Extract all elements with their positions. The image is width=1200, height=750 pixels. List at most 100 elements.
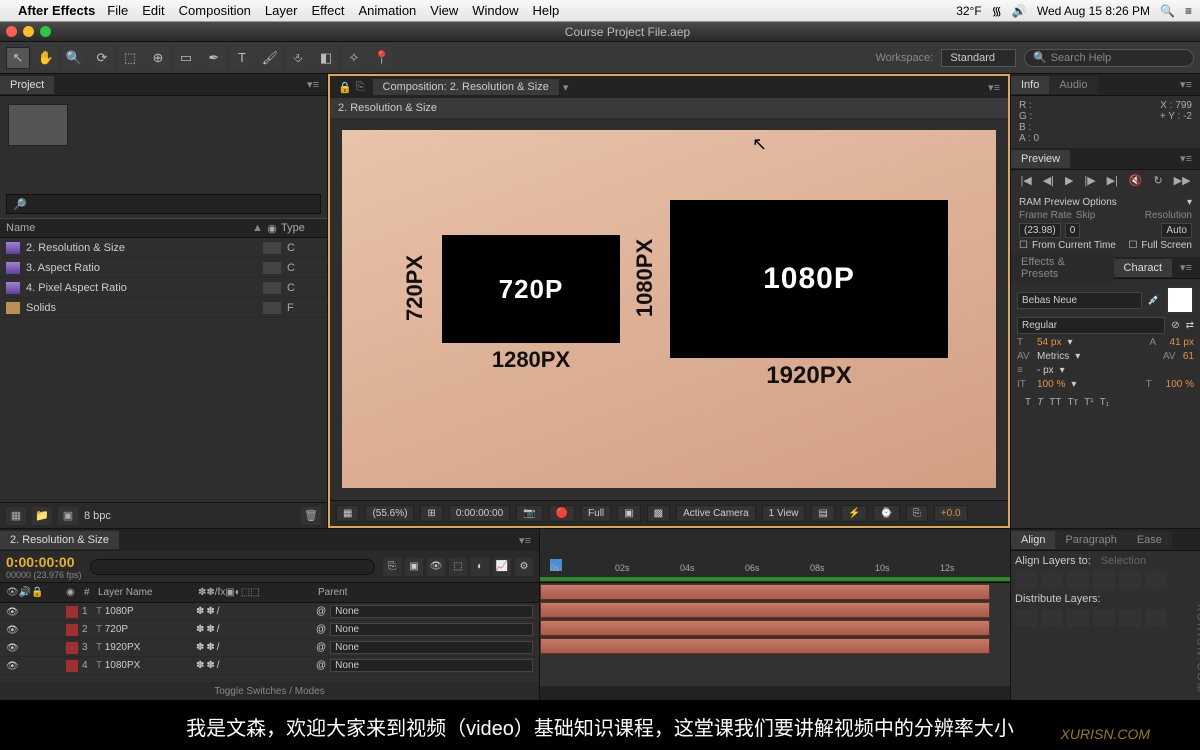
align-bottom-button[interactable]	[1145, 571, 1167, 589]
menu-help[interactable]: Help	[532, 3, 559, 18]
layer-row[interactable]: 👁 2 T 720P ✽✽/ @None	[0, 621, 539, 639]
menu-layer[interactable]: Layer	[265, 3, 298, 18]
resolution-dropdown[interactable]: Full	[581, 505, 611, 522]
selection-tool[interactable]: ↖	[6, 47, 30, 69]
frame-blend-button[interactable]: ⬚	[449, 558, 467, 576]
layer-row[interactable]: 👁 3 T 1920PX ✽✽/ @None	[0, 639, 539, 657]
ram-options-dropdown[interactable]: RAM Preview Options	[1019, 197, 1183, 208]
timeline-tracks[interactable]	[540, 583, 1010, 686]
tracking-field[interactable]: 61	[1183, 351, 1194, 362]
new-folder-button[interactable]: 📁	[32, 507, 52, 525]
font-style-dropdown[interactable]: Regular	[1017, 317, 1165, 334]
roi-button[interactable]: ▣	[617, 505, 640, 522]
play-button[interactable]: ▶	[1065, 174, 1073, 187]
panel-menu-icon[interactable]: ▾≡	[1172, 261, 1200, 274]
align-left-button[interactable]	[1015, 571, 1037, 589]
no-stroke-icon[interactable]: ⊘	[1171, 320, 1179, 331]
layer-color[interactable]	[66, 606, 78, 618]
timeline-button[interactable]: ⌚	[873, 505, 899, 522]
pen-tool[interactable]: ✒	[202, 47, 226, 69]
zoom-tool[interactable]: 🔍	[62, 47, 86, 69]
prev-frame-button[interactable]: ◀|	[1043, 174, 1054, 187]
comp-mini-flowchart[interactable]: ⎘	[383, 558, 401, 576]
current-time[interactable]: 0:00:00:00	[449, 505, 510, 522]
pan-behind-tool[interactable]: ⊕	[146, 47, 170, 69]
bpc-toggle[interactable]: 8 bpc	[84, 510, 111, 522]
effects-presets-tab[interactable]: Effects & Presets	[1011, 253, 1114, 283]
framerate-dropdown[interactable]: (23.98)	[1019, 223, 1061, 238]
distribute-button[interactable]	[1015, 609, 1037, 627]
delete-button[interactable]: 🗑	[301, 507, 321, 525]
col-name[interactable]: Name	[6, 222, 252, 234]
comp-breadcrumb[interactable]: 2. Resolution & Size	[330, 98, 1008, 118]
panel-menu-icon[interactable]: ▾≡	[980, 81, 1008, 94]
bold-button[interactable]: T	[1025, 397, 1031, 408]
next-frame-button[interactable]: |▶	[1084, 174, 1095, 187]
first-frame-button[interactable]: |◀	[1020, 174, 1031, 187]
timeline-ruler[interactable]: 0s 02s 04s 06s 08s 10s 12s	[540, 529, 1010, 583]
align-tab[interactable]: Align	[1011, 531, 1055, 549]
hand-tool[interactable]: ✋	[34, 47, 58, 69]
pickwhip-icon[interactable]: @	[316, 660, 326, 671]
layer-bar[interactable]	[540, 620, 990, 636]
clone-tool[interactable]: ⎀	[286, 47, 310, 69]
project-search-input[interactable]: 🔎	[6, 194, 321, 214]
col-type[interactable]: Type	[281, 222, 321, 234]
interpret-footage-button[interactable]: ▦	[6, 507, 26, 525]
flowchart-button[interactable]: ⎘	[906, 505, 928, 522]
pickwhip-icon[interactable]: @	[316, 642, 326, 653]
layer-bar[interactable]	[540, 602, 990, 618]
menu-view[interactable]: View	[430, 3, 458, 18]
menu-window[interactable]: Window	[472, 3, 518, 18]
layer-color[interactable]	[66, 642, 78, 654]
distribute-button[interactable]	[1093, 609, 1115, 627]
project-item[interactable]: 2. Resolution & Size C	[0, 238, 327, 258]
rotate-tool[interactable]: ⟳	[90, 47, 114, 69]
timeline-search-input[interactable]	[90, 559, 375, 575]
tab-dropdown-icon[interactable]: ▾	[563, 81, 569, 94]
panel-menu-icon[interactable]: ▾≡	[299, 78, 327, 91]
camera-dropdown[interactable]: Active Camera	[676, 505, 756, 522]
align-vcenter-button[interactable]	[1119, 571, 1141, 589]
pickwhip-icon[interactable]: @	[316, 606, 326, 617]
channel-button[interactable]: 🔴	[549, 505, 575, 522]
hscale-field[interactable]: 100 %	[1166, 379, 1194, 390]
distribute-button[interactable]	[1119, 609, 1141, 627]
italic-button[interactable]: T	[1037, 397, 1043, 408]
composition-tab[interactable]: Composition: 2. Resolution & Size	[373, 79, 559, 95]
brainstorm-button[interactable]: ⚙	[515, 558, 533, 576]
menu-edit[interactable]: Edit	[142, 3, 164, 18]
audio-tab[interactable]: Audio	[1049, 76, 1097, 94]
shape-tool[interactable]: ▭	[174, 47, 198, 69]
layer-bar[interactable]	[540, 638, 990, 654]
eraser-tool[interactable]: ◧	[314, 47, 338, 69]
align-to-dropdown[interactable]: Selection	[1101, 555, 1146, 567]
app-menu[interactable]: After Effects	[18, 3, 95, 18]
parent-dropdown[interactable]: None	[330, 641, 533, 654]
fill-color-swatch[interactable]	[1166, 286, 1194, 314]
parent-dropdown[interactable]: None	[330, 659, 533, 672]
panel-menu-icon[interactable]: ▾≡	[1172, 152, 1200, 165]
full-screen-checkbox[interactable]: ☐	[1128, 240, 1137, 251]
brush-tool[interactable]: 🖌	[258, 47, 282, 69]
layer-color[interactable]	[66, 660, 78, 672]
alpha-toggle[interactable]: ▦	[336, 505, 359, 522]
composition-viewer[interactable]: ↖ 720P 1280PX 720PX 1080P 1920PX 1080PX	[330, 118, 1008, 500]
layer-row[interactable]: 👁 1 T 1080P ✽✽/ @None	[0, 603, 539, 621]
align-hcenter-button[interactable]	[1041, 571, 1063, 589]
leading-field[interactable]: 41 px	[1170, 337, 1194, 348]
draft-3d-button[interactable]: ▣	[405, 558, 423, 576]
graph-editor-button[interactable]: 📈	[493, 558, 511, 576]
wifi-icon[interactable]: ᯾	[992, 2, 1002, 19]
align-top-button[interactable]	[1093, 571, 1115, 589]
type-tool[interactable]: T	[230, 47, 254, 69]
distribute-button[interactable]	[1145, 609, 1167, 627]
layer-color[interactable]	[66, 624, 78, 636]
last-frame-button[interactable]: ▶|	[1107, 174, 1118, 187]
ease-tab[interactable]: Ease	[1127, 531, 1172, 549]
panel-menu-icon[interactable]: ▾≡	[511, 534, 539, 547]
flowchart-icon[interactable]: ⎘	[356, 81, 365, 94]
project-item[interactable]: 3. Aspect Ratio C	[0, 258, 327, 278]
paragraph-tab[interactable]: Paragraph	[1055, 531, 1126, 549]
smallcaps-button[interactable]: Tт	[1067, 397, 1078, 408]
